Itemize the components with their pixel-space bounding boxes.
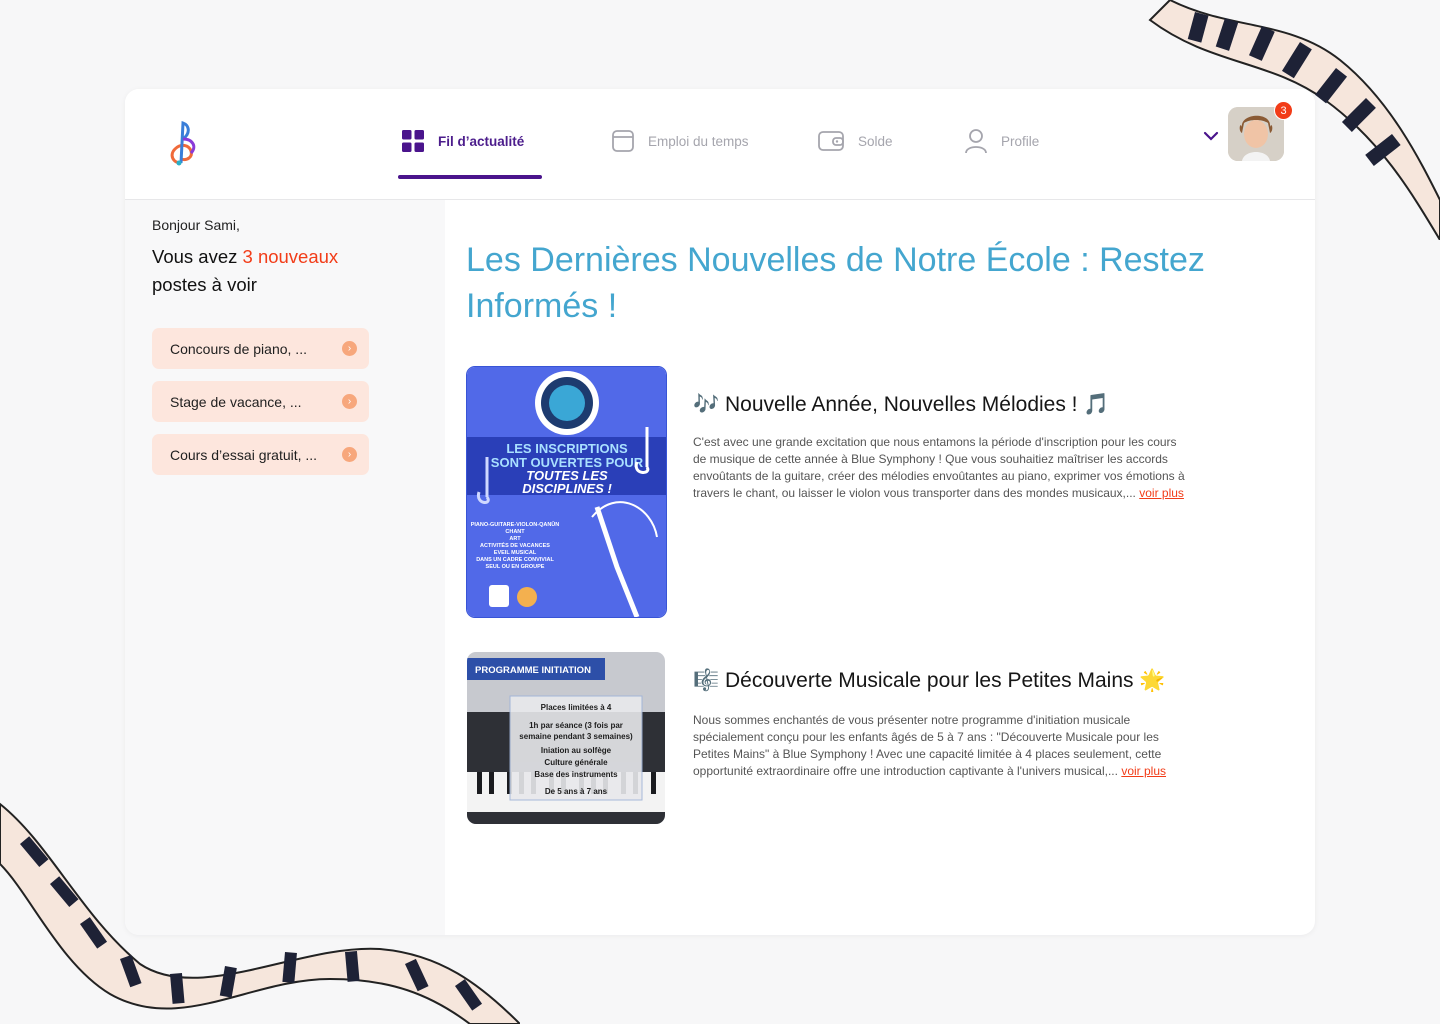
post-excerpt: Nous sommes enchantés de vous présenter … bbox=[693, 712, 1193, 780]
greeting-text: Bonjour Sami, bbox=[152, 217, 240, 233]
poster-line: Culture générale bbox=[544, 758, 608, 767]
chevron-down-icon[interactable] bbox=[1202, 129, 1220, 143]
top-navigation-bar: Fil d’actualité Emploi du temps Solde Pr… bbox=[125, 89, 1315, 200]
sidebar-post-item[interactable]: Stage de vacance, ... › bbox=[152, 381, 369, 422]
headline-prefix: Vous avez bbox=[152, 246, 243, 267]
treble-clef-logo-icon[interactable] bbox=[163, 119, 201, 167]
nav-tab-label: Fil d’actualité bbox=[438, 133, 525, 149]
new-posts-count: 3 nouveaux bbox=[242, 246, 339, 267]
sidebar-post-label: Stage de vacance, ... bbox=[170, 393, 302, 410]
poster-line: CHANT bbox=[505, 529, 525, 535]
nav-tab-label: Emploi du temps bbox=[648, 133, 749, 149]
chevron-right-icon: › bbox=[342, 447, 357, 462]
wallet-icon bbox=[818, 131, 844, 151]
poster-line: ART bbox=[509, 536, 521, 542]
post-image[interactable]: PROGRAMME INITIATION Places limitées à 4… bbox=[467, 652, 665, 824]
poster-line: PIANO-GUITARE-VIOLON-QANÛN bbox=[471, 521, 560, 528]
nav-tab-schedule[interactable]: Emploi du temps bbox=[611, 123, 749, 159]
sidebar-post-item[interactable]: Concours de piano, ... › bbox=[152, 328, 369, 369]
chevron-right-icon: › bbox=[342, 341, 357, 356]
poster-line: Iniation au solfège bbox=[541, 746, 612, 755]
poster-line: 1h par séance (3 fois par bbox=[529, 721, 623, 730]
grid-icon bbox=[402, 130, 424, 152]
post-title[interactable]: 🎼 Découverte Musicale pour les Petites M… bbox=[693, 669, 1165, 693]
new-posts-headline: Vous avez 3 nouveaux postes à voir bbox=[152, 243, 412, 299]
read-more-link[interactable]: voir plus bbox=[1121, 764, 1166, 778]
nav-tab-feed[interactable]: Fil d’actualité bbox=[401, 123, 524, 159]
poster-line: ACTIVITÉS DE VACANCES bbox=[480, 541, 550, 549]
calendar-icon bbox=[612, 130, 634, 152]
post-excerpt-text: Nous sommes enchantés de vous présenter … bbox=[693, 713, 1162, 778]
post-title[interactable]: 🎶 Nouvelle Année, Nouvelles Mélodies ! 🎵 bbox=[693, 393, 1110, 417]
user-icon bbox=[965, 129, 987, 154]
nav-tab-profile[interactable]: Profile bbox=[964, 123, 1039, 159]
sidebar-post-label: Cours d’essai gratuit, ... bbox=[170, 446, 318, 463]
nav-tab-label: Profile bbox=[1001, 133, 1040, 149]
read-more-link[interactable]: voir plus bbox=[1139, 486, 1184, 500]
sidebar-post-label: Concours de piano, ... bbox=[170, 340, 307, 357]
post-excerpt-text: C'est avec une grande excitation que nou… bbox=[693, 435, 1185, 500]
poster-line: Places limitées à 4 bbox=[541, 703, 612, 712]
poster-line: semaine pendant 3 semaines) bbox=[519, 732, 633, 741]
user-avatar-button[interactable]: 3 bbox=[1228, 101, 1293, 161]
active-tab-indicator bbox=[398, 175, 542, 179]
poster-line: SEUL OU EN GROUPE bbox=[486, 564, 545, 570]
chevron-right-icon: › bbox=[342, 394, 357, 409]
poster-banner: PROGRAMME INITIATION bbox=[475, 665, 591, 676]
poster-line: EVEIL MUSICAL bbox=[494, 550, 537, 556]
poster-line: Base des instruments bbox=[534, 770, 618, 779]
nav-tab-balance[interactable]: Solde bbox=[817, 123, 893, 159]
page-title: Les Dernières Nouvelles de Notre École :… bbox=[466, 241, 1205, 325]
poster-line: De 5 ans à 7 ans bbox=[545, 787, 608, 796]
poster-heading-4: DISCIPLINES ! bbox=[522, 481, 612, 496]
headline-suffix: postes à voir bbox=[152, 274, 257, 295]
notification-badge: 3 bbox=[1274, 101, 1293, 120]
app-window: Fil d’actualité Emploi du temps Solde Pr… bbox=[125, 89, 1315, 935]
sidebar: Bonjour Sami, Vous avez 3 nouveaux poste… bbox=[125, 200, 445, 935]
initiation-program-poster-image: PROGRAMME INITIATION Places limitées à 4… bbox=[467, 652, 665, 824]
post-excerpt: C'est avec une grande excitation que nou… bbox=[693, 434, 1193, 502]
registration-poster-image: LES INSCRIPTIONS SONT OUVERTES POUR TOUT… bbox=[467, 367, 666, 617]
nav-tab-label: Solde bbox=[858, 133, 893, 149]
post-image[interactable]: LES INSCRIPTIONS SONT OUVERTES POUR TOUT… bbox=[466, 366, 667, 618]
poster-line: DANS UN CADRE CONVIVIAL bbox=[476, 557, 554, 563]
sidebar-post-item[interactable]: Cours d’essai gratuit, ... › bbox=[152, 434, 369, 475]
poster-heading-1: LES INSCRIPTIONS bbox=[506, 441, 628, 456]
